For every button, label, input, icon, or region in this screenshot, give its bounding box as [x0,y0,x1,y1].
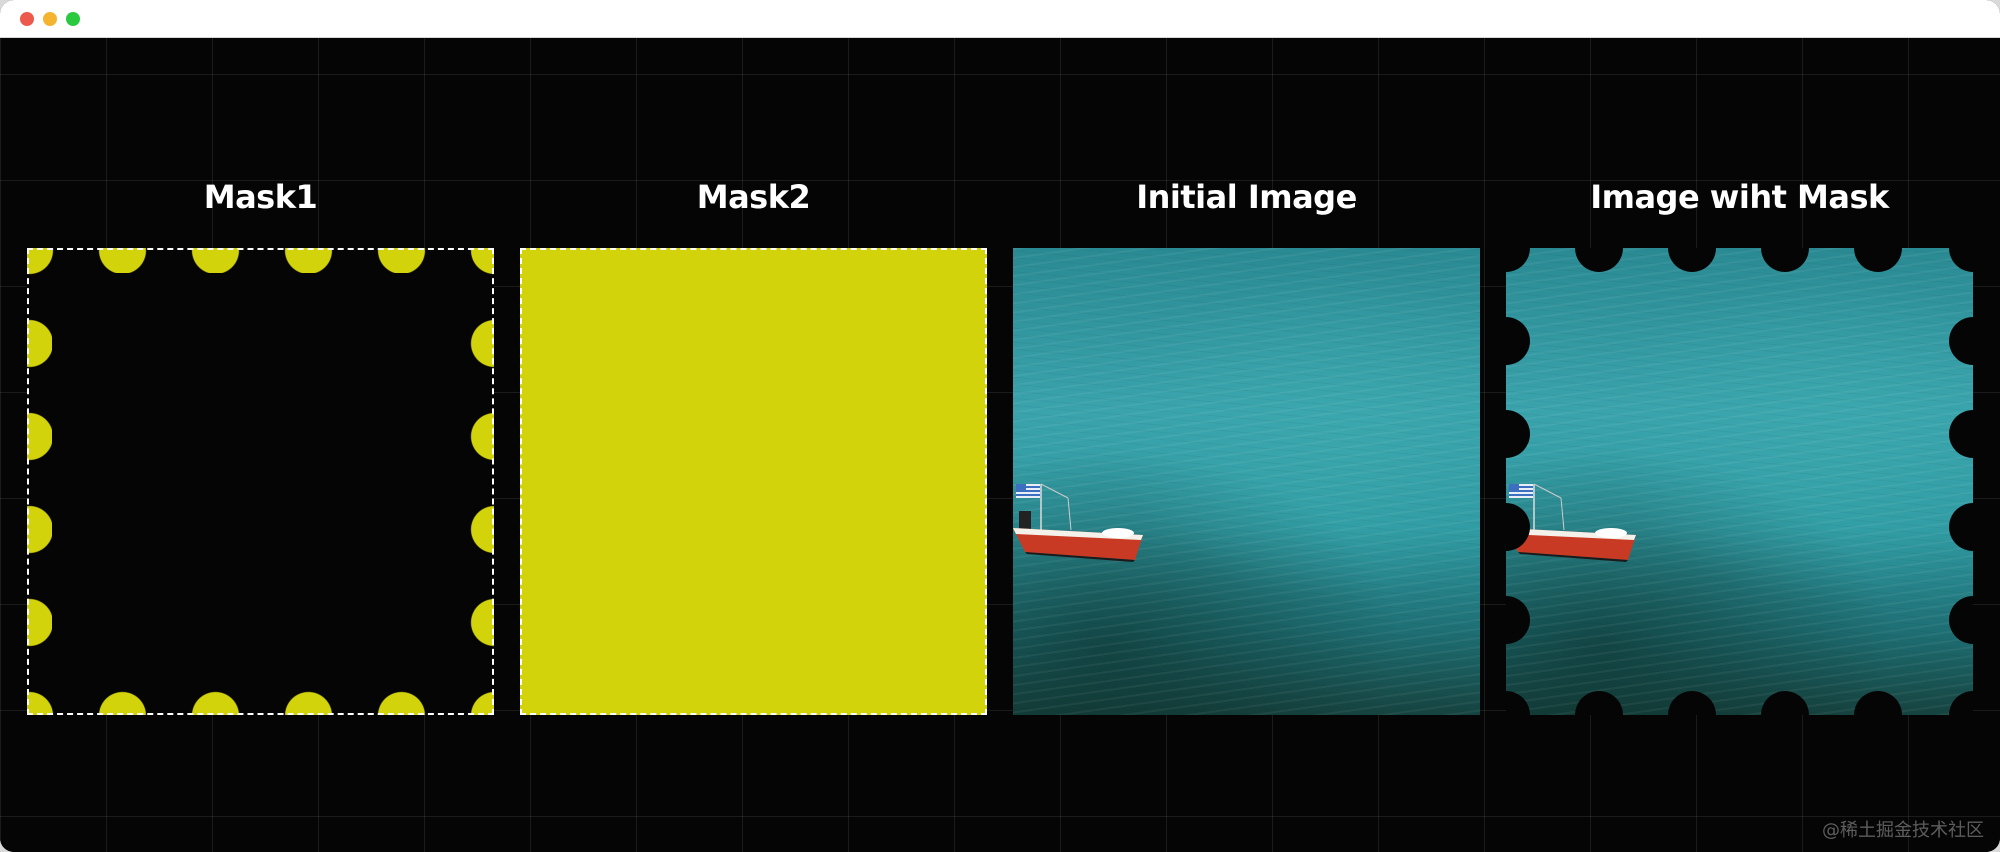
minimize-window-button[interactable] [43,12,57,26]
close-window-button[interactable] [20,12,34,26]
masked-image [1506,248,1973,715]
masked-image-content [1506,248,1973,715]
zoom-window-button[interactable] [66,12,80,26]
panel-title: Image wiht Mask [1590,178,1889,216]
demo-canvas: Mask1 Mask2 Initial Image Image wiht Mas… [0,38,2000,852]
boat-icon [1013,483,1143,562]
panel-initial-image: Initial Image [1013,38,1480,852]
title-bar [0,0,2000,38]
watermark: @稀土掘金技术社区 [1822,820,1984,841]
mask2-preview [520,248,987,715]
panel-image-with-mask: Image wiht Mask [1506,38,1973,852]
panel-title: Initial Image [1136,178,1357,216]
panel-title: Mask2 [696,178,811,216]
mask1-center [52,273,469,690]
mask1-preview [27,248,494,715]
browser-window: Mask1 Mask2 Initial Image Image wiht Mas… [0,0,2000,852]
panel-mask2: Mask2 [520,38,987,852]
panel-title: Mask1 [203,178,318,216]
initial-image [1013,248,1480,715]
panel-mask1: Mask1 [27,38,494,852]
